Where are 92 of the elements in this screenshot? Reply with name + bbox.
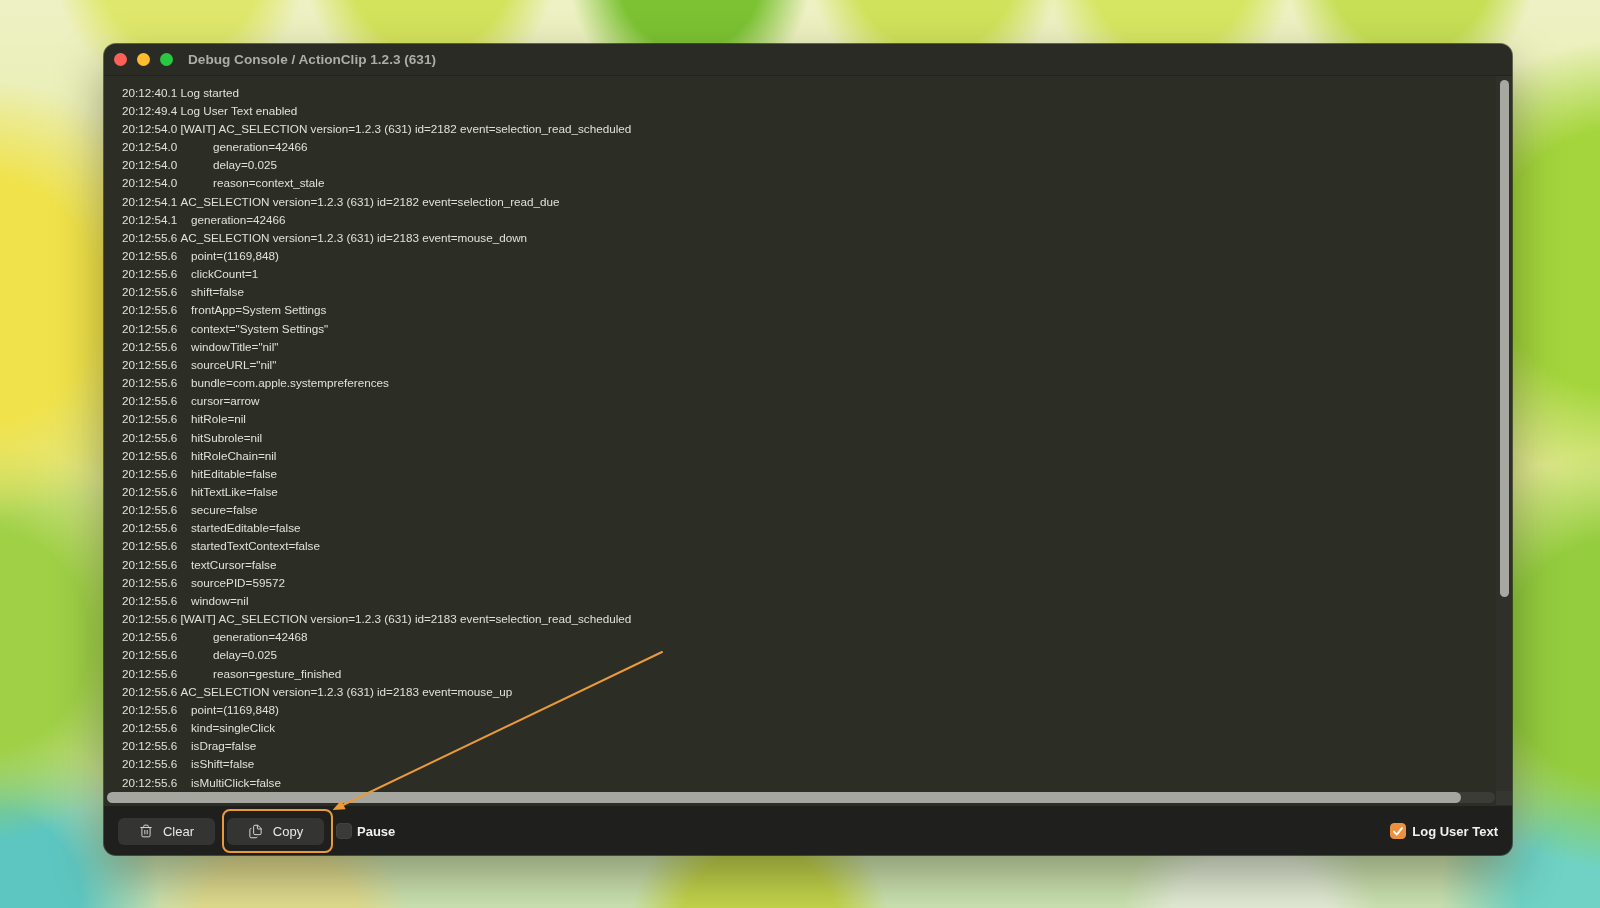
log-message: clickCount=1 [191, 267, 259, 281]
log-message: window=nil [191, 593, 249, 607]
log-timestamp: 20:12:55.6 [122, 376, 179, 390]
documents-icon [247, 823, 263, 839]
log-message: isDrag=false [191, 739, 257, 753]
log-timestamp: 20:12:55.6 [122, 503, 179, 517]
log-message: bundle=com.apple.systempreferences [191, 376, 389, 390]
checkmark-icon [1393, 826, 1404, 836]
log-message: generation=42468 [213, 630, 308, 644]
log-message: cursor=arrow [191, 394, 260, 408]
log-timestamp: 20:12:55.6 [122, 539, 179, 553]
log-timestamp: 20:12:55.6 [122, 267, 179, 281]
log-message: isMultiClick=false [191, 775, 281, 789]
log-timestamp: 20:12:55.6 [122, 666, 179, 680]
log-timestamp: 20:12:55.6 [122, 757, 179, 771]
log-timestamp: 20:12:55.6 [122, 321, 179, 335]
log-timestamp: 20:12:40.1 [122, 85, 178, 99]
close-button[interactable] [113, 52, 127, 67]
log-timestamp: 20:12:54.1 [122, 194, 178, 208]
log-timestamp: 20:12:55.6 [122, 230, 178, 244]
trash-icon [138, 824, 153, 838]
log-timestamp: 20:12:55.6 [122, 575, 179, 589]
log-timestamp: 20:12:55.6 [122, 394, 179, 408]
log-message: Log started [180, 85, 239, 99]
log-timestamp: 20:12:55.6 [122, 775, 179, 789]
log-timestamp: 20:12:55.6 [122, 721, 179, 735]
log-message: [WAIT] AC_SELECTION version=1.2.3 (631) id=2183 event=selection_read_scheduled [180, 612, 632, 626]
log-timestamp: 20:12:55.6 [122, 430, 179, 444]
log-user-text-checkbox[interactable] [1390, 823, 1407, 839]
log-timestamp: 20:12:55.6 [122, 593, 179, 607]
log-message: delay=0.025 [213, 158, 277, 172]
pause-label: Pause [357, 823, 396, 839]
log-message: [WAIT] AC_SELECTION version=1.2.3 (631) id=2182 event=selection_read_scheduled [180, 121, 632, 135]
log-timestamp: 20:12:55.6 [122, 412, 179, 426]
log-timestamp: 20:12:55.6 [122, 521, 179, 535]
log-message: Log User Text enabled [180, 103, 298, 117]
log-timestamp: 20:12:55.6 [122, 702, 179, 716]
log-message: AC_SELECTION version=1.2.3 (631) id=2183 event=mouse_up [180, 684, 513, 698]
pause-checkbox[interactable] [336, 823, 352, 839]
log-message: AC_SELECTION version=1.2.3 (631) id=2183 event=mouse_down [180, 230, 528, 244]
log-timestamp: 20:12:55.6 [122, 630, 179, 644]
log-timestamp: 20:12:55.6 [122, 466, 179, 480]
log-timestamp: 20:12:49.4 [122, 103, 178, 117]
scrollbar-thumb[interactable] [1500, 80, 1509, 597]
log-message: hitRoleChain=nil [191, 448, 277, 462]
log-message: secure=false [191, 503, 258, 517]
log-timestamp: 20:12:55.6 [122, 249, 179, 262]
log-message: sourceURL="nil" [191, 357, 277, 371]
log-timestamp: 20:12:55.6 [122, 285, 179, 299]
log-message: hitRole=nil [191, 412, 246, 426]
log-timestamp: 20:12:55.6 [122, 485, 179, 498]
copy-button[interactable]: Copy [227, 817, 324, 845]
log-message: delay=0.025 [213, 648, 277, 662]
log-message: point=(1169,848) [191, 249, 279, 262]
log-message: sourcePID=59572 [191, 575, 285, 589]
log-message: hitEditable=false [191, 466, 278, 480]
minimize-button[interactable] [136, 52, 150, 67]
log-message: AC_SELECTION version=1.2.3 (631) id=2182 event=selection_read_due [180, 194, 560, 208]
log-timestamp: 20:12:54.0 [122, 158, 179, 172]
log-message: startedTextContext=false [191, 539, 320, 553]
window-title: Debug Console / ActionClip 1.2.3 (631) [188, 52, 436, 67]
log-timestamp: 20:12:55.6 [122, 612, 178, 626]
log-message: reason=context_stale [213, 176, 325, 190]
log-message: shift=false [191, 285, 244, 299]
log-message: windowTitle="nil" [191, 339, 279, 353]
log-timestamp: 20:12:55.6 [122, 648, 179, 662]
log-timestamp: 20:12:54.1 [122, 212, 179, 226]
clear-button[interactable]: Clear [118, 817, 215, 845]
log-timestamp: 20:12:54.0 [122, 140, 179, 154]
log-message: textCursor=false [191, 557, 277, 571]
log-message: hitTextLike=false [191, 485, 278, 498]
log-message: generation=42466 [213, 140, 308, 154]
log-message: frontApp=System Settings [191, 303, 327, 317]
log-message: generation=42466 [191, 212, 286, 226]
log-message: context="System Settings" [191, 321, 329, 335]
log-timestamp: 20:12:55.6 [122, 448, 179, 462]
log-message: point=(1169,848) [191, 702, 279, 716]
log-timestamp: 20:12:55.6 [122, 684, 178, 698]
log-user-text-label: Log User Text [1412, 823, 1498, 839]
zoom-button[interactable] [159, 52, 173, 67]
log-timestamp: 20:12:55.6 [122, 303, 179, 317]
log-message: kind=singleClick [191, 721, 276, 735]
log-message: reason=gesture_finished [213, 666, 342, 680]
log-message: startedEditable=false [191, 521, 301, 535]
log-timestamp: 20:12:55.6 [122, 557, 179, 571]
log-timestamp: 20:12:54.0 [122, 176, 179, 190]
log-timestamp: 20:12:55.6 [122, 739, 179, 753]
log-timestamp: 20:12:54.0 [122, 121, 178, 135]
log-message: hitSubrole=nil [191, 430, 263, 444]
log-timestamp: 20:12:55.6 [122, 339, 179, 353]
log-message: isShift=false [191, 757, 255, 771]
log-timestamp: 20:12:55.6 [122, 357, 179, 371]
